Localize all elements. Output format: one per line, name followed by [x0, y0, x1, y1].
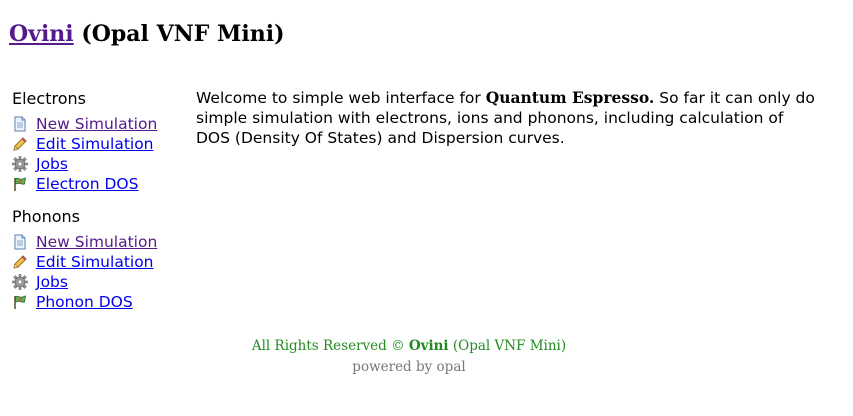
phonons-jobs-link[interactable]: Jobs	[30, 272, 68, 292]
electrons-jobs-link[interactable]: Jobs	[30, 154, 68, 174]
phonons-section-title: Phonons	[12, 207, 80, 226]
phonons-jobs-item: Jobs	[12, 272, 192, 292]
phonons-edit-simulation-link[interactable]: Edit Simulation	[30, 252, 154, 272]
powered-by: powered by opal	[352, 359, 466, 375]
electrons-new-simulation-item: New Simulation	[12, 114, 192, 134]
page-footer: All Rights Reserved © Ovini (Opal VNF Mi…	[0, 336, 818, 378]
document-icon	[12, 234, 28, 250]
electrons-edit-simulation-link[interactable]: Edit Simulation	[30, 134, 154, 154]
page-header: Ovini (Opal VNF Mini)	[9, 19, 285, 49]
phonons-new-simulation-link[interactable]: New Simulation	[30, 232, 157, 252]
pencil-icon	[12, 254, 28, 270]
gear-icon	[12, 156, 28, 172]
copyright-suffix: (Opal VNF Mini)	[448, 338, 567, 354]
page-subtitle: (Opal VNF Mini)	[81, 21, 285, 47]
electron-dos-link[interactable]: Electron DOS	[30, 174, 138, 194]
gear-icon	[12, 274, 28, 290]
sidebar: Electrons New Simulation Edit Simulation…	[12, 88, 192, 312]
copyright-line: All Rights Reserved © Ovini (Opal VNF Mi…	[0, 336, 818, 357]
electrons-edit-simulation-item: Edit Simulation	[12, 134, 192, 154]
copyright-prefix: All Rights Reserved ©	[251, 338, 409, 354]
phonons-edit-simulation-item: Edit Simulation	[12, 252, 192, 272]
pencil-icon	[12, 136, 28, 152]
phonon-dos-link[interactable]: Phonon DOS	[30, 292, 133, 312]
document-icon	[12, 116, 28, 132]
phonon-dos-item: Phonon DOS	[12, 292, 192, 312]
electrons-new-simulation-link[interactable]: New Simulation	[30, 114, 157, 134]
main-content: Welcome to simple web interface for Quan…	[196, 88, 816, 148]
intro-text-start: Welcome to simple web interface for	[196, 89, 486, 107]
product-name: Quantum Espresso.	[485, 88, 655, 107]
flag-icon	[12, 294, 28, 310]
flag-icon	[12, 176, 28, 192]
electrons-jobs-item: Jobs	[12, 154, 192, 174]
copyright-brand: Ovini	[408, 338, 449, 354]
phonons-new-simulation-item: New Simulation	[12, 232, 192, 252]
electron-dos-item: Electron DOS	[12, 174, 192, 194]
electrons-section-title: Electrons	[12, 89, 86, 108]
home-link[interactable]: Ovini	[9, 21, 74, 47]
phonons-nav: New Simulation Edit Simulation Jobs Phon…	[12, 232, 192, 312]
electrons-nav: New Simulation Edit Simulation Jobs Elec…	[12, 114, 192, 194]
